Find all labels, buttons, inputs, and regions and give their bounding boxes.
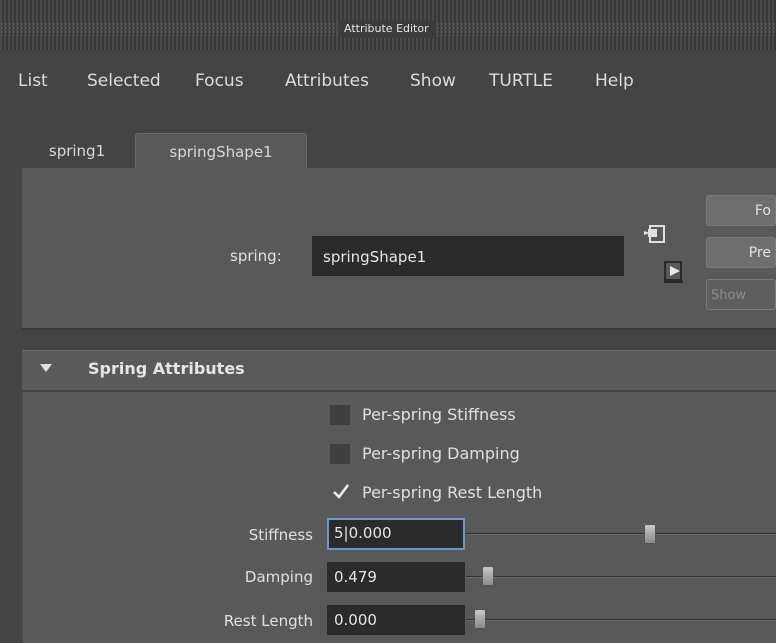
menu-attributes[interactable]: Attributes (285, 70, 369, 92)
load-node-icon[interactable] (663, 260, 685, 288)
title-bar[interactable]: Attribute Editor (0, 0, 776, 50)
per-spring-damping-label: Per-spring Damping (362, 444, 520, 463)
rest-length-slider-handle[interactable] (474, 609, 486, 629)
show-button[interactable]: Show (706, 279, 776, 310)
menu-selected[interactable]: Selected (87, 70, 161, 92)
window-title: Attribute Editor (338, 20, 435, 38)
menu-list[interactable]: List (18, 70, 48, 92)
damping-label: Damping (244, 568, 313, 586)
focus-button[interactable]: Fo (706, 195, 776, 226)
section-title: Spring Attributes (88, 359, 245, 378)
menu-turtle[interactable]: TURTLE (489, 70, 553, 92)
rest-length-slider[interactable] (466, 619, 776, 621)
presets-button[interactable]: Pre (706, 237, 776, 268)
damping-slider[interactable] (466, 576, 776, 578)
collapse-arrow-icon[interactable] (40, 364, 52, 372)
node-name-field[interactable]: springShape1 (312, 236, 624, 276)
tab-spring1[interactable]: spring1 (22, 133, 132, 169)
node-type-label: spring: (230, 247, 282, 265)
stiffness-field[interactable]: 5|0.000 (327, 518, 465, 550)
checkmark-icon (331, 481, 351, 505)
select-node-icon[interactable] (644, 224, 666, 248)
menu-help[interactable]: Help (595, 70, 634, 92)
rest-length-field[interactable]: 0.000 (327, 605, 465, 635)
per-spring-stiffness-label: Per-spring Stiffness (362, 405, 516, 424)
damping-slider-handle[interactable] (482, 566, 494, 586)
per-spring-rest-length-label: Per-spring Rest Length (362, 483, 543, 502)
menu-show[interactable]: Show (410, 70, 456, 92)
stiffness-label: Stiffness (248, 526, 313, 544)
damping-field[interactable]: 0.479 (327, 562, 465, 592)
tab-springshape1[interactable]: springShape1 (135, 133, 307, 169)
per-spring-stiffness-checkbox[interactable] (330, 405, 350, 425)
rest-length-label: Rest Length (223, 612, 313, 630)
stiffness-slider-handle[interactable] (644, 524, 656, 544)
menu-focus[interactable]: Focus (195, 70, 244, 92)
stiffness-slider[interactable] (466, 533, 776, 535)
per-spring-damping-checkbox[interactable] (330, 444, 350, 464)
